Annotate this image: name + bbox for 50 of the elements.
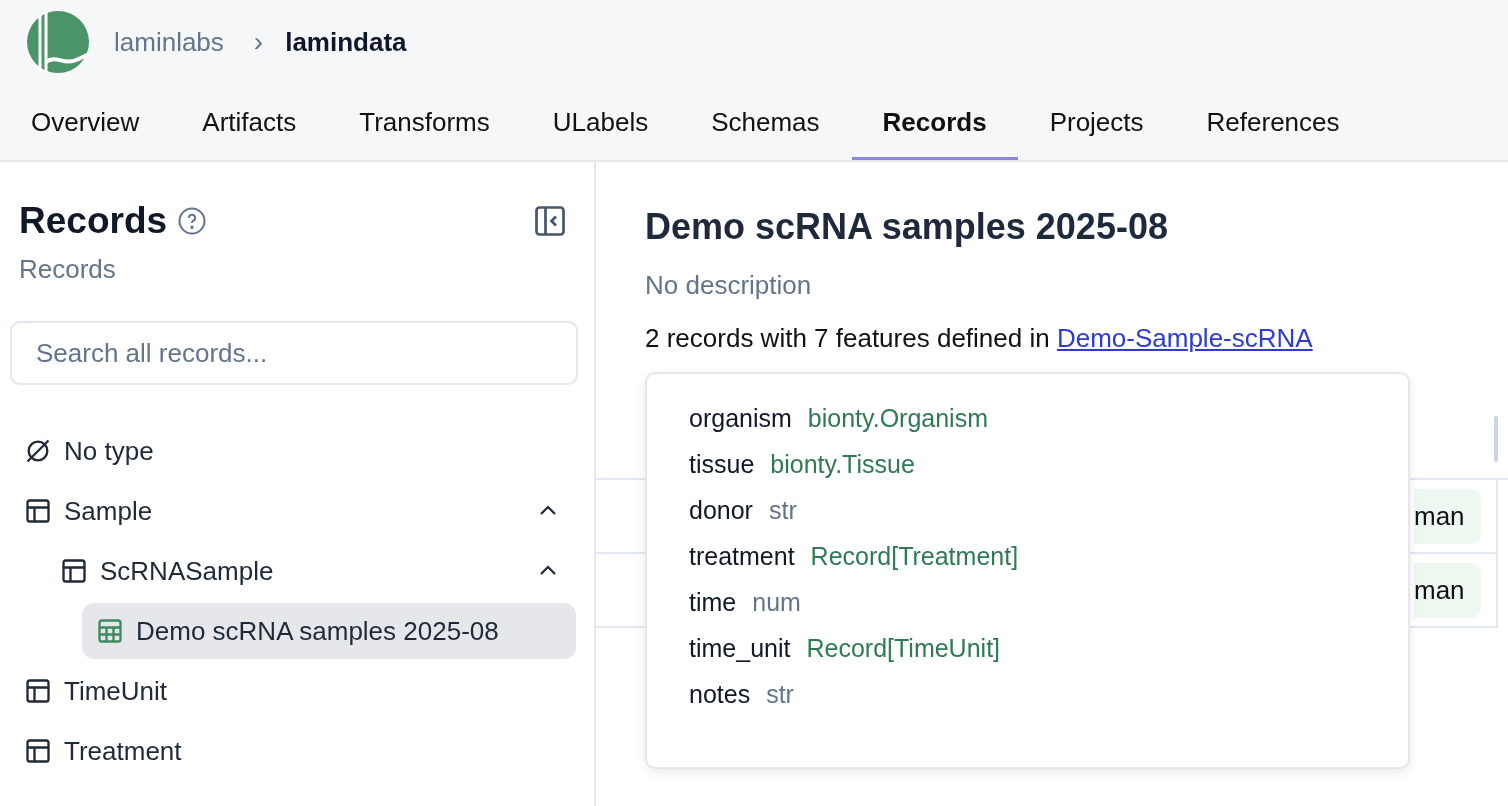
schema-link[interactable]: Demo-Sample-scRNA [1056, 323, 1313, 353]
breadcrumb-separator: › [253, 26, 264, 58]
nav-tab[interactable]: ULabels [521, 84, 680, 160]
feature-type: Record[Treatment] [810, 542, 1019, 571]
feature-name: organism [689, 404, 792, 433]
org-link[interactable]: laminlabs [114, 26, 224, 58]
collapse-sidebar-icon[interactable] [532, 203, 568, 239]
search-field[interactable]: Search all records... [10, 321, 578, 385]
table-icon [24, 497, 52, 525]
empty-set-icon [24, 437, 52, 465]
sidebar-subtitle: Records [18, 254, 117, 285]
description-text: No description [645, 270, 813, 301]
organism-tag: man [1414, 562, 1481, 618]
nav-tab[interactable]: Artifacts [171, 84, 328, 160]
logo-icon[interactable] [26, 10, 90, 74]
nav-tab[interactable]: Schemas [680, 84, 851, 160]
table-icon [24, 737, 52, 765]
grid-icon [96, 617, 124, 645]
feature-name: time_unit [689, 634, 791, 663]
table-icon [60, 557, 88, 585]
nav-tab[interactable]: Transforms [328, 84, 521, 160]
feature-type: bionty.Tissue [770, 450, 915, 479]
feature-type: str [766, 680, 794, 709]
nav-tab[interactable]: References [1175, 84, 1371, 160]
tree-item[interactable]: Demo scRNA samples 2025-08 [82, 603, 576, 659]
feature-type: bionty.Organism [807, 404, 988, 433]
feature-type: str [768, 496, 797, 525]
tree-item[interactable]: No type [10, 423, 576, 479]
feature-name: treatment [689, 542, 795, 571]
sidebar-title: Records [19, 200, 168, 242]
tree-item[interactable]: Sample [10, 483, 576, 539]
help-icon[interactable] [177, 206, 208, 236]
feature-type: num [752, 588, 801, 617]
page-title: Demo scRNA samples 2025-08 [645, 206, 1169, 248]
tree-item[interactable]: TimeUnit [10, 663, 576, 719]
feature-name: tissue [689, 450, 755, 479]
tree-item[interactable]: Treatment [10, 723, 576, 779]
scrollbar-thumb[interactable] [1494, 416, 1498, 462]
feature-name: donor [689, 496, 753, 525]
table-icon [24, 677, 52, 705]
feature-name: notes [689, 680, 751, 709]
summary-text: 2 records with 7 features defined in Demo-Sample-scRNA [645, 323, 1314, 354]
nav-tab[interactable]: Overview [0, 84, 171, 160]
nav-tab[interactable]: Projects [1018, 84, 1175, 160]
feature-type: Record[TimeUnit] [806, 634, 1001, 663]
tree-item[interactable]: ScRNASample [46, 543, 576, 599]
instance-link[interactable]: lamindata [285, 26, 407, 58]
nav-tab[interactable]: Records [851, 84, 1018, 160]
feature-name: time [689, 588, 737, 617]
organism-tag: man [1414, 488, 1481, 544]
